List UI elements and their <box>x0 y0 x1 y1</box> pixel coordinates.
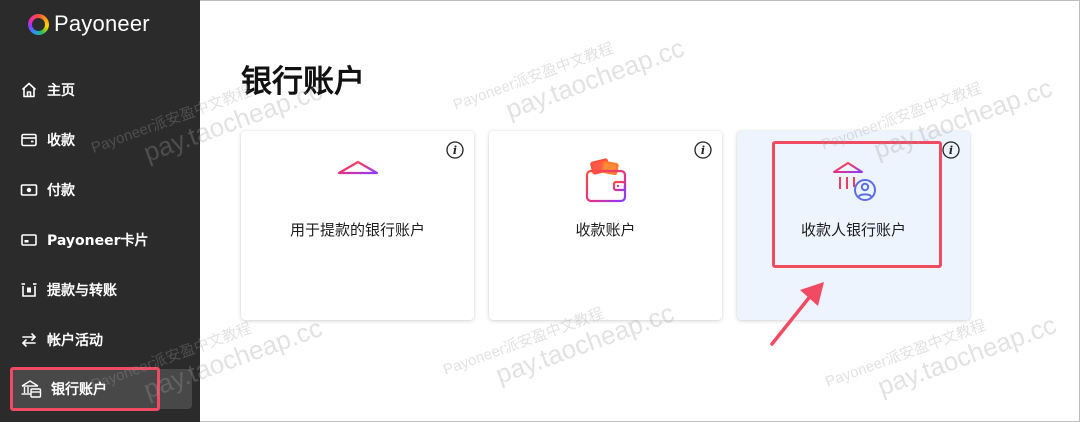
wallet-icon <box>20 131 38 149</box>
sidebar-item-label: Payoneer卡片 <box>47 233 149 249</box>
page-title: 银行账户 <box>241 64 365 100</box>
sidebar-item-label: 付款 <box>47 183 75 199</box>
sidebar-item-label: 银行账户 <box>51 382 107 398</box>
sidebar-item-label: 提款与转账 <box>47 283 117 299</box>
annotation-arrow-icon <box>770 282 824 346</box>
withdraw-icon <box>20 281 38 299</box>
sidebar-item-cards[interactable]: Payoneer卡片 <box>10 220 192 260</box>
sidebar-item-activity[interactable]: 帐户活动 <box>10 320 192 360</box>
info-icon[interactable]: i <box>694 141 712 159</box>
sidebar-item-pay[interactable]: 付款 <box>10 170 192 210</box>
card-label: 收款账户 <box>575 221 636 239</box>
info-glyph: i <box>453 144 457 157</box>
brand-logo[interactable]: Payoneer <box>28 11 150 36</box>
card-label: 用于提款的银行账户 <box>289 221 425 239</box>
payoneer-logo-icon <box>28 13 49 35</box>
cash-icon <box>20 181 38 199</box>
transfer-arrows-icon <box>20 331 38 349</box>
sidebar-item-receive[interactable]: 收款 <box>10 120 192 160</box>
bank-icon <box>333 157 383 207</box>
card-label: 收款人银行账户 <box>800 221 906 239</box>
brand-name: Payoneer <box>54 11 150 36</box>
sidebar-item-home[interactable]: 主页 <box>10 70 192 110</box>
home-icon <box>20 81 38 99</box>
info-glyph: i <box>949 144 953 157</box>
sidebar-item-label: 收款 <box>47 133 75 149</box>
bank-account-icon <box>20 378 42 400</box>
bank-person-icon <box>831 159 877 205</box>
card-icon <box>20 231 38 249</box>
sidebar-item-bank-accounts[interactable]: 银行账户 <box>10 369 192 409</box>
sidebar-item-label: 帐户活动 <box>47 333 103 349</box>
sidebar: Payoneer 主页 收款 付款 Payoneer卡片 提款与转账 帐户活动 … <box>0 0 200 422</box>
wallet-cards-icon <box>581 157 631 207</box>
bank-account-card-withdraw[interactable]: i 用于提款的银行账户 <box>241 131 474 320</box>
bank-account-card-receiving[interactable]: i 收款账户 <box>489 131 722 320</box>
sidebar-item-label: 主页 <box>47 83 75 99</box>
info-glyph: i <box>701 144 705 157</box>
info-icon[interactable]: i <box>446 141 464 159</box>
info-icon[interactable]: i <box>942 141 960 159</box>
sidebar-item-withdraw[interactable]: 提款与转账 <box>10 270 192 310</box>
